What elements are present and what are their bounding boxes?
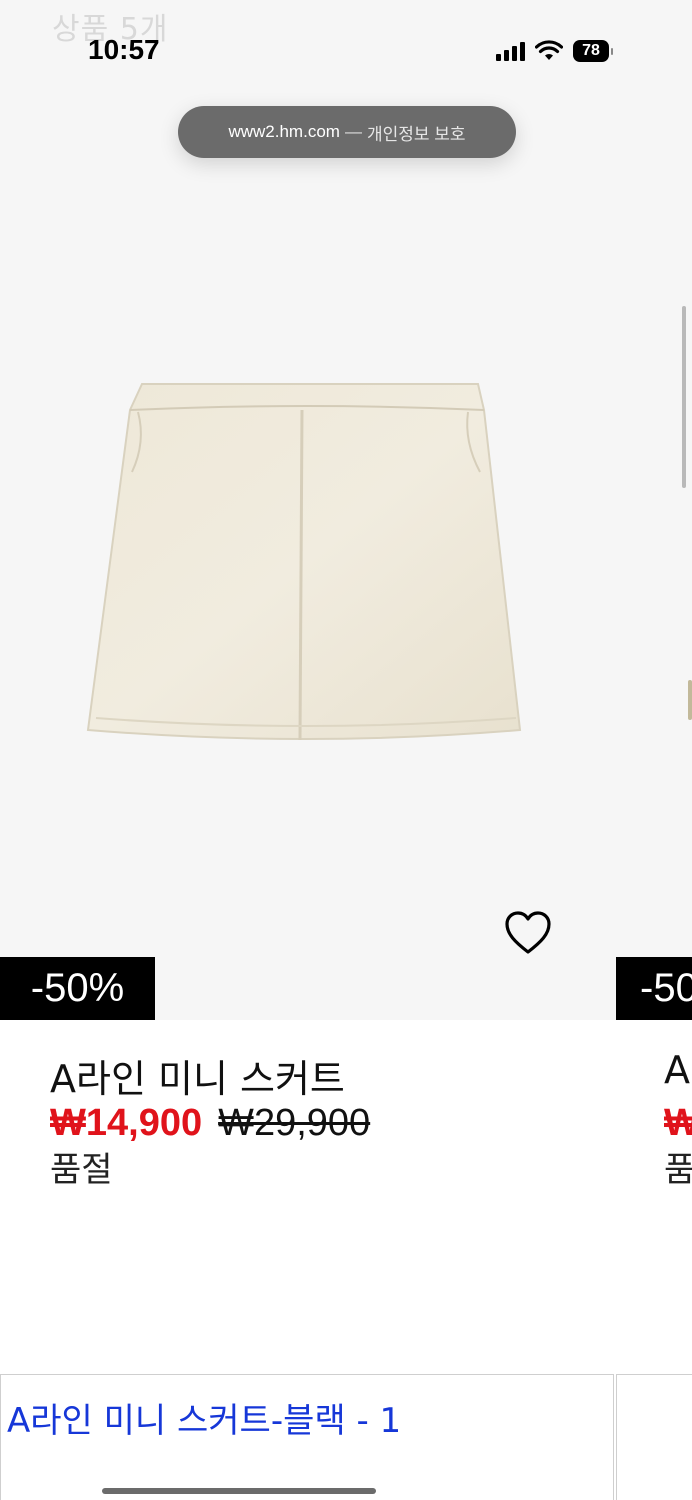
product-skirt-image: [86, 383, 522, 741]
next-product-status: 품: [664, 1150, 692, 1190]
product-name[interactable]: A라인 미니 스커트: [50, 1048, 345, 1103]
browser-url-pill[interactable]: www2.hm.com — 개인정보 보호: [178, 106, 516, 158]
status-indicators: 78: [496, 38, 613, 64]
variant-link[interactable]: A라인 미니 스커트-블랙 - 1: [7, 1393, 401, 1442]
home-indicator[interactable]: [102, 1488, 376, 1494]
product-prices: ₩14,900 ₩29,900: [50, 1102, 370, 1145]
next-product-name[interactable]: A: [664, 1048, 690, 1092]
url-separator: —: [344, 122, 362, 141]
url-domain: www2.hm.com: [228, 122, 340, 141]
battery-icon: 78: [573, 40, 613, 62]
discount-badge: -50%: [0, 957, 155, 1020]
cellular-signal-icon: [496, 41, 525, 61]
scrollbar[interactable]: [682, 306, 686, 488]
wifi-icon: [535, 40, 563, 60]
variant-link-cell: A라인 미니 스커트-블랙 - 1: [0, 1374, 614, 1500]
next-product-price: ₩: [664, 1102, 692, 1144]
favorite-heart-icon[interactable]: [503, 910, 553, 956]
next-link-cell: [616, 1374, 692, 1500]
next-product-image-edge: [688, 680, 692, 720]
privacy-label: 개인정보 보호: [366, 124, 466, 144]
sale-price: ₩14,900: [50, 1102, 203, 1144]
original-price: ₩29,900: [218, 1102, 371, 1144]
status-time: 10:57: [88, 34, 160, 65]
stock-status: 품절: [50, 1150, 113, 1190]
next-product-discount-badge: -50: [616, 957, 692, 1020]
